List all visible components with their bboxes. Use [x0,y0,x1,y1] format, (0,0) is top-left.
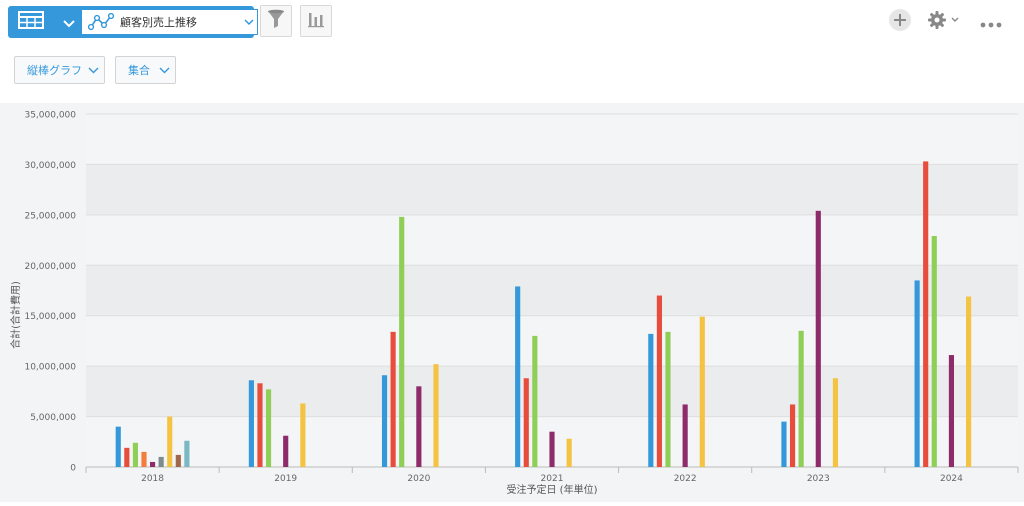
grid-band [86,214,1018,266]
bar[interactable] [283,435,289,467]
bar[interactable] [549,431,555,467]
bar[interactable] [115,426,121,467]
plus-icon [888,8,912,36]
chevron-down-icon [153,67,175,74]
bar[interactable] [390,331,396,467]
table-view-button[interactable] [8,6,54,38]
bar-chart: 0 5,000,000 10,000,000 15,000,000 20,000,000… [9,111,1019,496]
bar[interactable] [656,295,662,467]
x-tick-label: 2019 [274,474,297,484]
bar[interactable] [184,440,190,467]
bar[interactable] [699,316,705,467]
toolbar: 顧客別売上推移 縦棒グラフ 集合 [0,0,1024,100]
bar[interactable] [265,389,272,467]
chevron-down-icon [63,13,75,32]
y-tick-label: 20,000,000 [24,262,76,272]
aggregation-select[interactable]: 集合 [115,56,176,84]
x-tick-label: 2022 [674,474,697,484]
x-tick-label: 2023 [807,474,830,484]
view-dropdown-button[interactable] [58,6,80,38]
y-axis-ticks: 0 5,000,000 10,000,000 15,000,000 20,000,000… [24,111,76,474]
bar[interactable] [931,236,937,467]
bar[interactable] [515,286,521,467]
chart-settings-button[interactable] [300,5,332,37]
bar[interactable] [665,331,671,467]
chevron-down-icon [82,67,104,74]
bar[interactable] [124,447,130,467]
bar[interactable] [914,280,920,467]
bar[interactable] [789,404,796,467]
bar[interactable] [257,383,263,467]
x-tick-label: 2018 [141,474,164,484]
x-axis-title: 受注予定日 (年単位) [507,483,598,496]
bar[interactable] [966,296,972,467]
gear-icon [926,10,962,34]
y-tick-label: 10,000,000 [24,363,76,373]
bar[interactable] [566,438,572,467]
bar[interactable] [300,403,306,467]
x-axis: 2018 2019 2020 2021 2022 2023 2024 [85,466,1019,484]
grid-band [86,265,1018,316]
add-button[interactable] [888,8,912,36]
bar[interactable] [832,378,839,467]
bar[interactable] [158,456,164,467]
bar[interactable] [948,355,955,467]
bar[interactable] [682,404,688,467]
bar[interactable] [532,335,538,467]
graph-name: 顧客別売上推移 [120,16,197,29]
bar[interactable] [141,451,147,467]
bar[interactable] [798,330,804,467]
table-icon [18,11,44,33]
filter-button[interactable] [260,5,292,37]
bar-chart-icon [307,10,325,32]
grid-band [86,366,1018,417]
chevron-down-icon [241,18,257,26]
y-tick-label: 30,000,000 [24,161,76,171]
bar[interactable] [815,210,821,467]
chart-type-select[interactable]: 縦棒グラフ [14,56,105,84]
x-tick-label: 2021 [541,474,564,484]
graph-select[interactable]: 顧客別売上推移 [81,9,258,35]
bar[interactable] [167,416,173,467]
y-tick-label: 5,000,000 [30,413,76,423]
bar[interactable] [149,461,156,467]
bar[interactable] [523,378,529,467]
bar[interactable] [248,380,254,467]
more-icon [980,13,1002,32]
bar[interactable] [416,386,422,467]
aggregation-label: 集合 [128,64,150,77]
x-tick-label: 2024 [940,474,963,484]
y-tick-label: 0 [70,464,76,474]
x-tick-label: 2020 [407,474,430,484]
grid-bands [86,114,1018,467]
grid-band [86,164,1018,215]
line-graph-icon [88,13,114,31]
bar[interactable] [648,333,654,467]
chart-area: 0 5,000,000 10,000,000 15,000,000 20,000,000… [0,103,1024,502]
bar[interactable] [781,421,787,467]
bar[interactable] [923,161,929,467]
bar[interactable] [381,375,388,467]
bar[interactable] [399,216,405,467]
y-tick-label: 15,000,000 [24,312,76,322]
grid-band [86,315,1018,367]
y-tick-label: 35,000,000 [24,111,76,121]
y-tick-label: 25,000,000 [24,211,76,221]
grid-band [86,114,1018,165]
y-axis-title: 合計(合計費用) [9,281,22,349]
settings-button[interactable] [926,10,962,34]
bar[interactable] [175,454,181,467]
filter-icon [267,9,285,33]
bar[interactable] [433,364,439,467]
chart-type-label: 縦棒グラフ [27,64,82,77]
more-button[interactable] [978,10,1004,34]
bar[interactable] [132,442,138,467]
view-switcher: 顧客別売上推移 [8,6,258,38]
